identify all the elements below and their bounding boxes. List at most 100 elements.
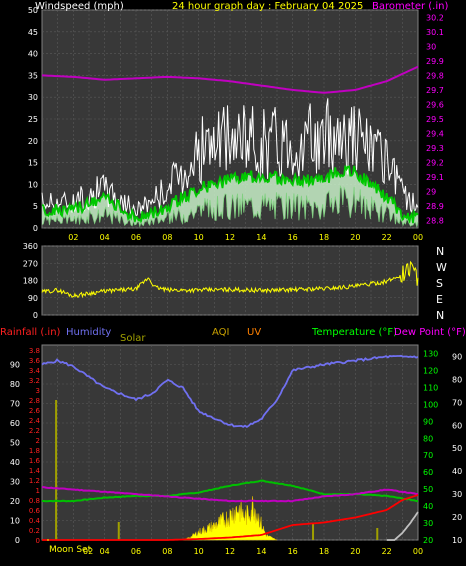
baro-y-tick-11: 29.9 xyxy=(426,57,444,66)
temp-y-tick-1: 30 xyxy=(423,519,433,528)
wind-x-tick-9: 20 xyxy=(350,233,360,242)
weather-graph-canvas: 0510152025303540455028.828.92929.129.229… xyxy=(10,6,462,556)
dew-y-tick-6: 70 xyxy=(452,398,462,407)
humidity-legend: Humidity xyxy=(66,327,112,338)
windspeed-axis-title: Windspeed (mph) xyxy=(35,1,124,12)
solar-legend: Solar xyxy=(120,333,146,344)
dir-y-tick-3: 270 xyxy=(23,259,38,268)
wind-x-tick-4: 10 xyxy=(194,233,204,242)
rain-y-tick-8: 1.6 xyxy=(29,457,41,465)
wind-y-tick-7: 35 xyxy=(28,71,38,80)
wind-x-tick-7: 16 xyxy=(288,233,298,242)
rainfall-legend: Rainfall (.in) xyxy=(0,327,61,338)
temp-y-tick-8: 100 xyxy=(423,400,438,409)
hum-y-tick-8: 80 xyxy=(10,380,20,389)
dew-y-tick-7: 80 xyxy=(452,375,462,384)
dir-label-s: S xyxy=(436,277,443,290)
dir-label-e: E xyxy=(436,293,443,306)
baro-y-tick-9: 29.7 xyxy=(426,86,444,95)
rain-y-tick-7: 1.4 xyxy=(29,467,41,475)
baro-y-tick-12: 30 xyxy=(426,42,436,51)
hum-y-tick-4: 40 xyxy=(10,458,20,467)
bottom-x-tick-1: 04 xyxy=(100,547,110,556)
rain-y-tick-17: 3.4 xyxy=(29,367,41,375)
rain-y-tick-11: 2.2 xyxy=(29,427,40,435)
moon-set-label: Moon Set xyxy=(49,545,92,555)
baro-y-tick-5: 29.3 xyxy=(426,144,444,153)
bottom-x-tick-5: 12 xyxy=(225,547,235,556)
baro-y-tick-2: 29 xyxy=(426,188,436,197)
temp-y-tick-4: 60 xyxy=(423,468,433,477)
wind-y-tick-6: 30 xyxy=(28,93,38,102)
rain-y-tick-5: 1 xyxy=(36,487,40,495)
hum-y-tick-0: 0 xyxy=(15,536,20,545)
wind-x-tick-0: 02 xyxy=(68,233,78,242)
rain-y-tick-13: 2.6 xyxy=(29,407,41,415)
temp-y-tick-3: 50 xyxy=(423,485,433,494)
baro-y-tick-6: 29.4 xyxy=(426,130,444,139)
wind-x-tick-2: 06 xyxy=(131,233,141,242)
bottom-x-tick-9: 20 xyxy=(350,547,360,556)
baro-y-tick-13: 30.1 xyxy=(426,28,444,37)
wind-x-tick-1: 04 xyxy=(100,233,110,242)
wind-y-tick-3: 15 xyxy=(28,159,38,168)
dir-label-w: W xyxy=(436,261,447,274)
rain-y-tick-0: 0 xyxy=(36,537,40,545)
wind-y-tick-0: 0 xyxy=(33,224,38,233)
baro-y-tick-8: 29.6 xyxy=(426,100,444,109)
rain-y-tick-14: 2.8 xyxy=(29,397,40,405)
hum-y-tick-6: 60 xyxy=(10,419,20,428)
rain-y-tick-16: 3.2 xyxy=(29,377,40,385)
dew-y-tick-4: 50 xyxy=(452,444,462,453)
temp-y-tick-6: 80 xyxy=(423,434,433,443)
baro-y-tick-1: 28.9 xyxy=(426,202,444,211)
wind-y-tick-9: 45 xyxy=(28,28,38,37)
temp-y-tick-9: 110 xyxy=(423,383,438,392)
dir-label-n-top: N xyxy=(436,245,445,258)
baro-y-tick-4: 29.2 xyxy=(426,159,444,168)
hum-y-tick-3: 30 xyxy=(10,478,20,487)
dir-label-n-bottom: N xyxy=(436,309,445,322)
dewpoint-legend: Dew Point (°F) xyxy=(394,327,466,338)
bottom-x-tick-3: 08 xyxy=(162,547,172,556)
hum-y-tick-7: 70 xyxy=(10,400,20,409)
baro-y-tick-7: 29.5 xyxy=(426,115,444,124)
wind-x-tick-3: 08 xyxy=(162,233,172,242)
temp-y-tick-0: 20 xyxy=(423,536,433,545)
baro-y-tick-3: 29.1 xyxy=(426,173,444,182)
bottom-x-tick-6: 14 xyxy=(256,547,266,556)
hum-y-tick-2: 20 xyxy=(10,497,20,506)
rain-y-tick-12: 2.4 xyxy=(29,417,41,425)
temperature-legend: Temperature (°F) xyxy=(312,327,398,338)
rain-y-tick-10: 2 xyxy=(36,437,40,445)
bottom-x-tick-7: 16 xyxy=(288,547,298,556)
wind-y-tick-2: 10 xyxy=(28,180,38,189)
rain-y-tick-2: 0.4 xyxy=(29,517,41,525)
wind-y-tick-1: 5 xyxy=(33,202,38,211)
rain-y-tick-6: 1.2 xyxy=(29,477,40,485)
aqi-legend: AQI xyxy=(212,327,230,338)
dew-y-tick-2: 30 xyxy=(452,490,462,499)
hum-y-tick-1: 10 xyxy=(10,517,20,526)
uv-legend: UV xyxy=(247,327,262,338)
bottom-x-tick-4: 10 xyxy=(194,547,204,556)
dir-y-tick-2: 180 xyxy=(23,277,38,286)
dir-y-tick-0: 0 xyxy=(33,311,38,320)
bottom-x-tick-11: 00 xyxy=(413,547,423,556)
wind-y-tick-5: 25 xyxy=(28,115,38,124)
wind-x-tick-5: 12 xyxy=(225,233,235,242)
dew-y-tick-1: 20 xyxy=(452,513,462,522)
wind-x-tick-8: 18 xyxy=(319,233,329,242)
graph-title: 24 hour graph day : February 04 2025 xyxy=(172,1,364,12)
rain-y-tick-3: 0.6 xyxy=(29,507,41,515)
rain-y-tick-19: 3.8 xyxy=(29,347,40,355)
dir-y-tick-4: 360 xyxy=(23,242,38,251)
rain-y-tick-9: 1.8 xyxy=(29,447,40,455)
hum-y-tick-5: 50 xyxy=(10,439,20,448)
wind-x-tick-11: 00 xyxy=(413,233,423,242)
wind-y-tick-8: 40 xyxy=(28,50,38,59)
dew-y-tick-3: 40 xyxy=(452,467,462,476)
bottom-x-tick-10: 22 xyxy=(382,547,392,556)
temp-y-tick-7: 90 xyxy=(423,417,433,426)
wind-x-tick-6: 14 xyxy=(256,233,266,242)
